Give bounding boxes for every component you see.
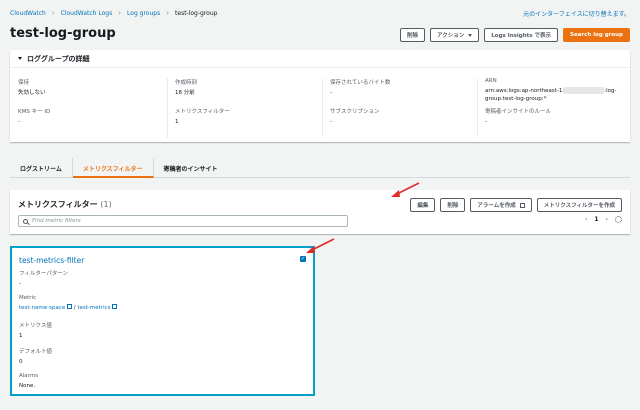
arn-prefix: arn:aws:logs:ap-northeast-1: [485, 88, 565, 94]
delete-filter-button[interactable]: 削除 [440, 198, 466, 212]
pagination: ‹ 1 › [585, 216, 622, 223]
subscription-label: サブスクリプション [330, 109, 380, 115]
alarms-label: Alarms [19, 373, 39, 379]
default-value-label: デフォルト値 [19, 349, 53, 355]
edit-button[interactable]: 編集 [410, 198, 436, 212]
chevron-right-icon: › [51, 9, 55, 17]
filter-pattern-value: - [19, 281, 21, 287]
details-col-4: ARN arn:aws:logs:ap-northeast-1: :log- gr… [477, 78, 625, 138]
contributor-value: - [485, 119, 487, 125]
metric-filter-name[interactable]: test-metrics-filter [19, 256, 84, 265]
retention-label: 保持 [18, 80, 30, 86]
alarms-field: Alarms None. [19, 373, 38, 390]
arn-value: arn:aws:logs:ap-northeast-1: :log- group:… [485, 87, 625, 103]
metric-filter-checkbox[interactable]: ✓ [300, 256, 306, 262]
created-label: 作成時刻 [175, 80, 198, 86]
search-log-group-label: Search log group [569, 32, 623, 38]
external-link-icon [112, 304, 118, 309]
gear-icon[interactable] [615, 216, 622, 223]
create-alarm-label: アラームを作成 [477, 203, 516, 209]
retention-value: 失効しない [18, 90, 46, 96]
metric-filters-actions: 編集 削除 アラームを作成 メトリクスフィルターを作成 [410, 198, 622, 212]
metric-filter-card[interactable]: test-metrics-filter ✓ フィルターパターン - Metric… [10, 246, 315, 396]
search-icon [23, 218, 28, 224]
stored-bytes-value: - [330, 90, 332, 96]
metric-value: test-name-space / test-metrics [19, 304, 118, 312]
breadcrumb: CloudWatch › CloudWatch Logs › Log group… [10, 9, 217, 17]
stored-bytes-label: 保存されているバイト数 [330, 80, 391, 86]
breadcrumb-log-groups[interactable]: Log groups [127, 10, 160, 17]
details-title: ロググループの詳細 [27, 54, 90, 63]
caret-down-icon [18, 57, 22, 60]
chevron-right-icon: › [118, 9, 122, 17]
logs-insights-button[interactable]: Logs Insights で表示 [484, 28, 558, 42]
edit-button-label: 編集 [417, 203, 429, 209]
find-metric-filters-input[interactable]: Find metric filters [18, 215, 348, 227]
filter-pattern-field: フィルターパターン - [19, 269, 68, 288]
metric-filters-title: メトリクスフィルター (1) [18, 199, 112, 210]
external-link-icon [519, 202, 525, 208]
subscription-value: - [330, 119, 332, 125]
caret-down-icon [468, 33, 473, 37]
breadcrumb-current: test-log-group [175, 9, 218, 17]
kms-value: - [18, 119, 20, 125]
default-value: 0 [19, 359, 23, 365]
logs-insights-label: Logs Insights で表示 [491, 33, 551, 39]
revert-interface-link[interactable]: 元のインターフェイスに切り替えます。 [523, 9, 630, 18]
alarms-value: None. [19, 383, 36, 389]
metric-value-number: 1 [19, 333, 23, 339]
metric-filters-panel: メトリクスフィルター (1) 編集 削除 アラームを作成 メトリクスフィルターを… [10, 190, 630, 234]
delete-button-label: 削除 [407, 33, 419, 39]
create-metric-filter-label: メトリクスフィルターを作成 [543, 203, 615, 209]
delete-filter-label: 削除 [447, 203, 459, 209]
search-placeholder: Find metric filters [32, 218, 81, 224]
delete-button[interactable]: 削除 [400, 28, 426, 42]
page-title: test-log-group [10, 26, 116, 41]
details-col-2: 作成時刻 18 分前 メトリクスフィルター 1 [167, 78, 325, 138]
details-header[interactable]: ロググループの詳細 [10, 50, 630, 68]
metric-name-link[interactable]: test-metrics [77, 305, 110, 311]
metric-label: Metric [19, 295, 37, 301]
metric-filters-label: メトリクスフィルター [175, 109, 230, 115]
details-col-1: 保持 失効しない KMS キー ID - [18, 78, 168, 126]
tab-contributor-insights[interactable]: 寄稿者のインサイト [154, 158, 228, 178]
metric-value-label: メトリクス値 [19, 323, 52, 329]
annotation-arrow-checkbox-icon [306, 238, 335, 253]
created-value: 18 分前 [175, 90, 195, 96]
contributor-label: 寄稿者インサイトのルール [485, 109, 552, 115]
chevron-right-icon: › [166, 9, 170, 17]
metric-value-field: メトリクス値 1 [19, 321, 52, 340]
default-value-field: デフォルト値 0 [19, 347, 52, 366]
metric-field: Metric test-name-space / test-metrics [19, 295, 118, 312]
tab-metric-filters[interactable]: メトリクスフィルター [72, 158, 154, 178]
details-col-3: 保存されているバイト数 - サブスクリプション - [322, 78, 480, 138]
kms-label: KMS キー ID [18, 109, 51, 115]
tab-bar: ログストリーム メトリクスフィルター 寄稿者のインサイト [10, 158, 630, 178]
external-link-icon [67, 304, 73, 309]
header-actions: 削除 アクション Logs Insights で表示 Search log gr… [400, 28, 630, 42]
actions-dropdown[interactable]: アクション [430, 28, 480, 42]
breadcrumb-cloudwatch[interactable]: CloudWatch [10, 10, 46, 17]
search-log-group-button[interactable]: Search log group [562, 28, 630, 42]
create-metric-filter-button[interactable]: メトリクスフィルターを作成 [536, 198, 622, 212]
actions-label: アクション [437, 33, 465, 39]
page-number[interactable]: 1 [594, 216, 598, 223]
breadcrumb-cloudwatch-logs[interactable]: CloudWatch Logs [61, 10, 113, 17]
arn-suffix: :log- [604, 88, 617, 94]
arn-label: ARN [485, 78, 497, 84]
redacted-account-id [564, 87, 605, 94]
arn-line2: group:test-log-group:* [485, 96, 547, 102]
filter-pattern-label: フィルターパターン [19, 271, 69, 277]
chevron-right-icon[interactable]: › [606, 216, 608, 223]
tab-log-streams[interactable]: ログストリーム [10, 158, 73, 178]
metric-filters-count: (1) [100, 200, 112, 209]
metric-namespace-link[interactable]: test-name-space [19, 305, 65, 311]
metric-separator: / [73, 305, 76, 311]
annotation-arrow-edit-icon [391, 182, 420, 197]
log-group-details-panel: ロググループの詳細 保持 失効しない KMS キー ID - 作成時刻 18 分… [10, 50, 630, 142]
chevron-left-icon[interactable]: ‹ [585, 216, 587, 223]
metric-filters-title-text: メトリクスフィルター [18, 200, 98, 209]
create-alarm-button[interactable]: アラームを作成 [470, 198, 532, 212]
metric-filters-value: 1 [175, 119, 179, 125]
